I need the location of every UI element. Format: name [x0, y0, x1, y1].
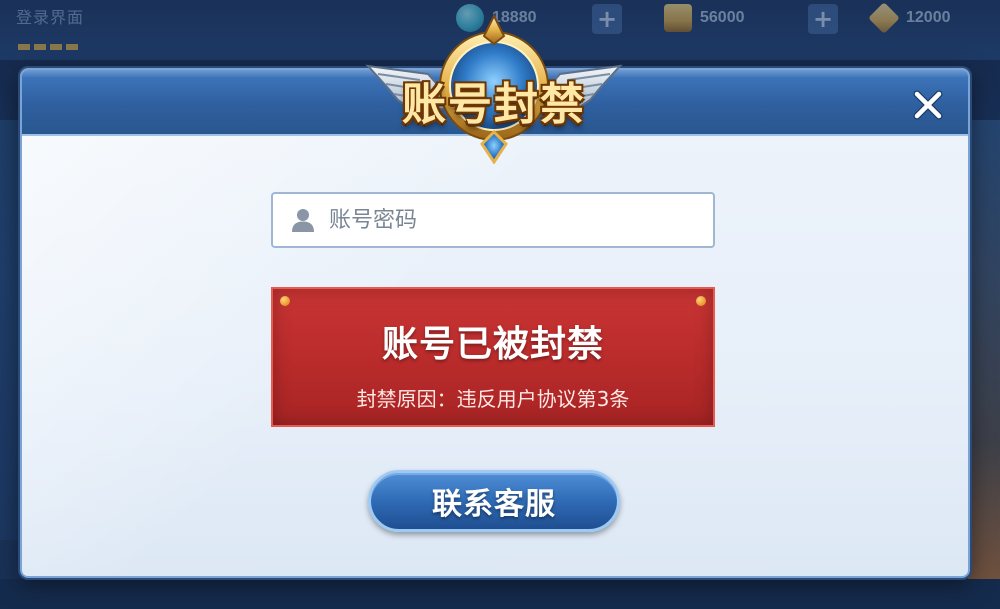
rivet-icon [280, 296, 290, 306]
ban-notice-title: 账号已被封禁 [381, 324, 604, 365]
background-left-panel [0, 120, 20, 540]
account-input[interactable] [327, 199, 711, 241]
coin-icon [664, 4, 692, 32]
close-button[interactable] [908, 85, 948, 125]
add-coin-button[interactable]: + [808, 4, 838, 34]
rivet-icon [696, 296, 706, 306]
gem-currency: 12000 [868, 0, 951, 36]
gem-amount: 12000 [906, 9, 951, 26]
coin-amount: 56000 [700, 9, 745, 26]
dialog-title: 账号封禁 [402, 79, 586, 130]
background-title: 登录界面 [16, 8, 85, 27]
dialog-title-emblem: 账号封禁 [358, 13, 630, 165]
ban-notice-panel: 账号已被封禁 封禁原因：违反用户协议第3条 [271, 287, 715, 427]
background-right-panel [968, 120, 1000, 580]
account-input-field[interactable] [271, 192, 715, 248]
background-bottom-bar [0, 579, 1000, 609]
user-icon [292, 209, 314, 232]
contact-support-button[interactable]: 联系客服 [368, 470, 620, 532]
gem-icon [868, 2, 900, 34]
ban-reason-text: 封禁原因：违反用户协议第3条 [356, 387, 630, 411]
coin-currency: 56000 [664, 0, 745, 36]
background-indicator [18, 44, 78, 50]
close-icon [913, 90, 943, 120]
